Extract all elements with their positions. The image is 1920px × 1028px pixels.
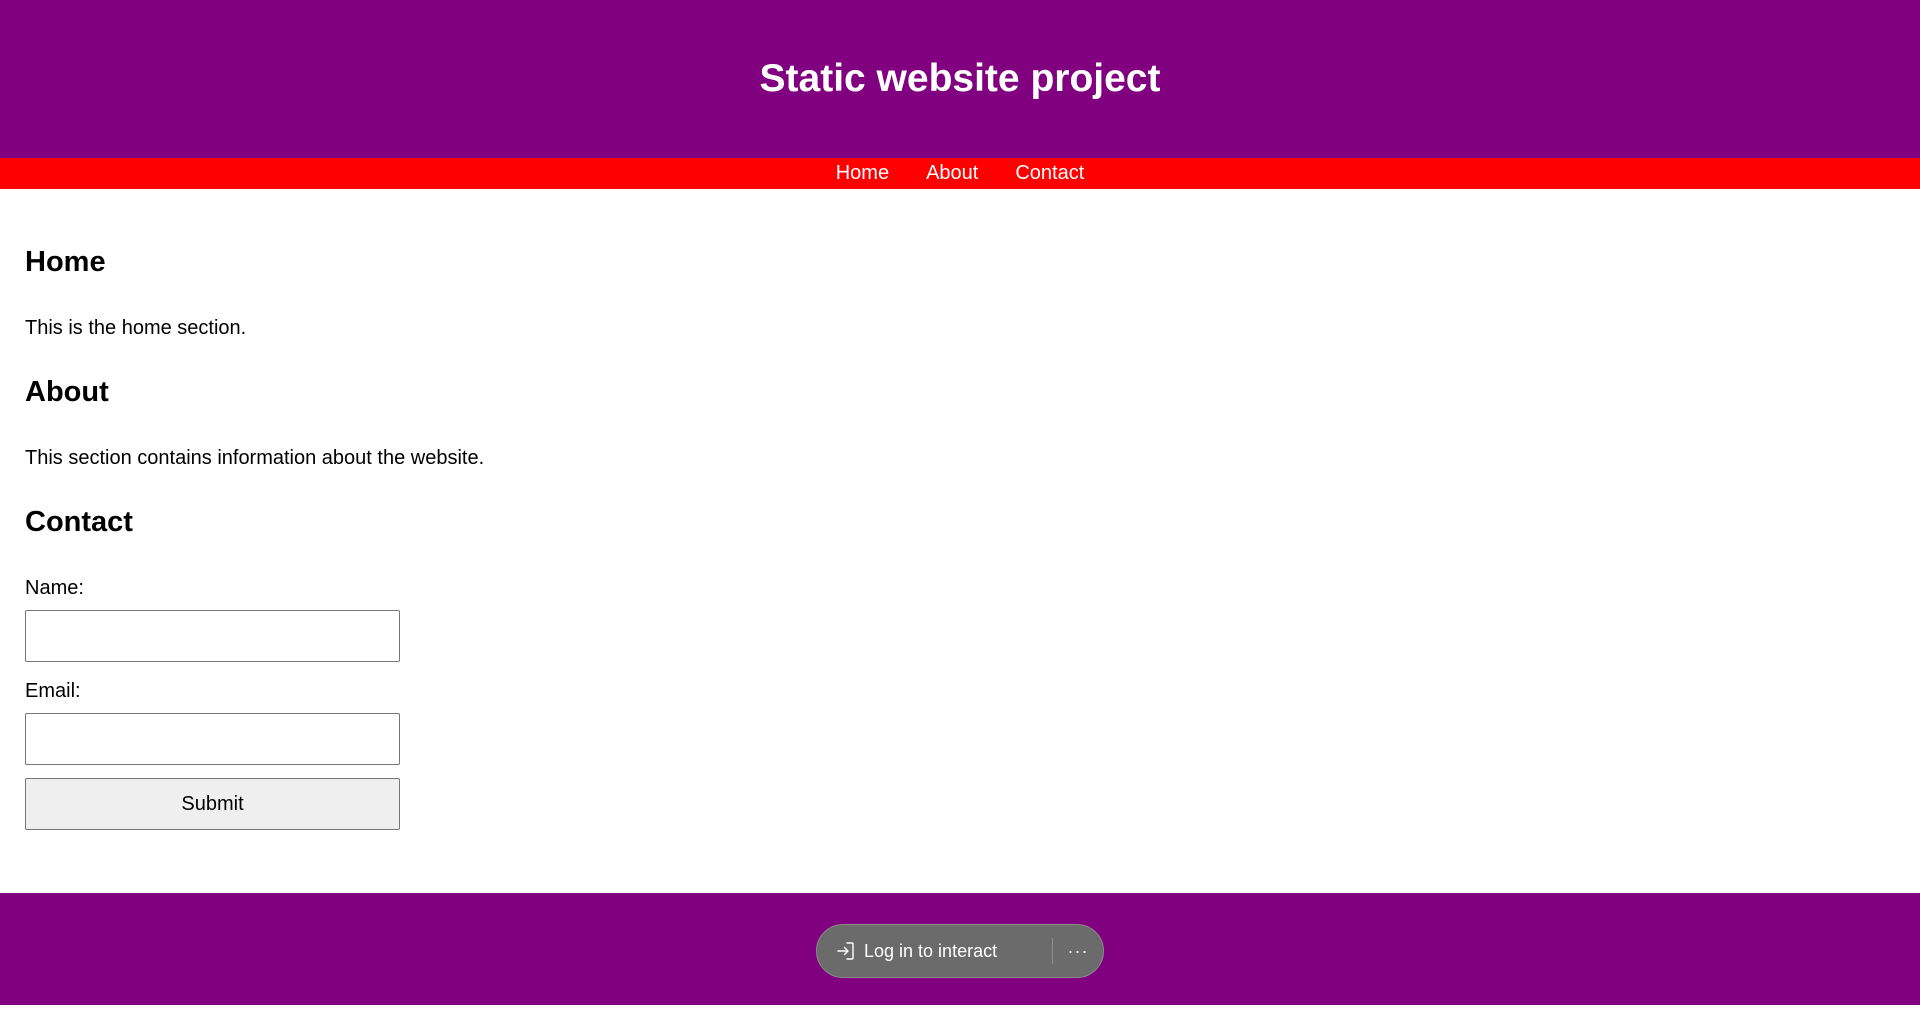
page: Static website project Home About Contac…	[0, 0, 1920, 1028]
home-text: This is the home section.	[25, 317, 247, 339]
nav-link-home[interactable]: Home	[836, 158, 889, 189]
about-heading: About	[25, 376, 109, 408]
bottom-strip	[0, 1005, 1920, 1028]
name-label: Name:	[25, 577, 84, 599]
submit-button[interactable]: Submit	[25, 778, 400, 830]
site-header: Static website project	[0, 0, 1920, 158]
login-arrow-icon	[837, 942, 854, 960]
login-toolbar: Log in to interact ···	[816, 924, 1104, 978]
site-title: Static website project	[759, 57, 1161, 100]
home-heading: Home	[25, 246, 106, 278]
more-icon: ···	[1067, 940, 1089, 961]
login-label: Log in to interact	[864, 940, 998, 961]
main-nav: Home About Contact	[0, 158, 1920, 189]
email-field[interactable]	[25, 713, 400, 765]
email-label: Email:	[25, 680, 81, 702]
name-field[interactable]	[25, 610, 400, 662]
about-text: This section contains information about …	[25, 447, 485, 469]
contact-heading: Contact	[25, 506, 133, 538]
login-button[interactable]: Log in to interact	[817, 925, 1052, 977]
nav-link-about[interactable]: About	[926, 158, 978, 189]
more-options-button[interactable]: ···	[1053, 925, 1103, 977]
site-footer: Log in to interact ···	[0, 893, 1920, 1005]
nav-link-contact[interactable]: Contact	[1015, 158, 1084, 189]
